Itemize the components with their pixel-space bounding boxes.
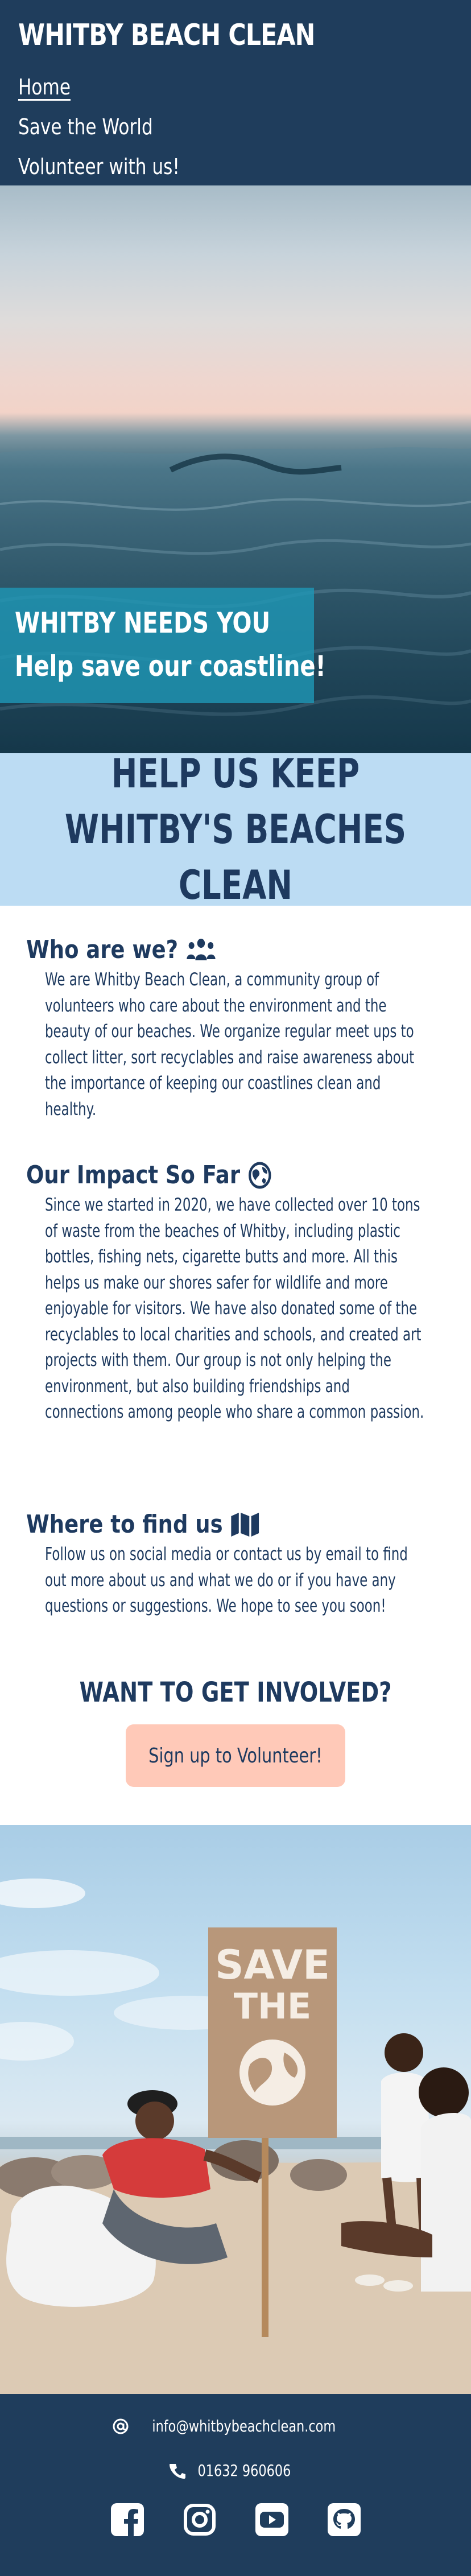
volunteer-signup-button[interactable]: Sign up to Volunteer! (126, 1724, 345, 1787)
volunteer-signup-button-label: Sign up to Volunteer! (148, 1744, 323, 1768)
section-body: Follow us on social media or contact us … (45, 1544, 408, 1616)
nav-link-volunteer[interactable]: Volunteer with us! (18, 154, 180, 179)
section-heading: Where to find us (26, 1508, 399, 1542)
section-who-are-we: Who are we? We are Whitby Beach Clean, a… (26, 933, 470, 1122)
site-footer: info@whitbybeachclean.com 01632 960606 (0, 2394, 471, 2576)
section-our-impact: Our Impact So Far Since we started in 20… (26, 1158, 470, 1426)
github-icon[interactable] (327, 2503, 361, 2536)
main-nav: Home Save the World Volunteer with us! (18, 67, 453, 187)
nav-item-home: Home (18, 67, 374, 107)
section-heading-text: Where to find us (26, 1510, 223, 1539)
nav-link-save-the-world[interactable]: Save the World (18, 114, 153, 139)
nav-item-save-the-world: Save the World (18, 107, 374, 147)
section-where-to-find-us: Where to find us Follow us on social med… (26, 1508, 470, 1620)
nav-item-volunteer: Volunteer with us! (18, 147, 374, 187)
page-headline: HELP US KEEP WHITBY'S BEACHES CLEAN (64, 750, 407, 909)
volunteers-beach-photo: SAVE THE (0, 1825, 471, 2394)
hero-banner: WHITBY NEEDS YOU Help save our coastline… (0, 588, 326, 703)
email-link[interactable]: info@whitbybeachclean.com (152, 2417, 336, 2435)
sign-text-the: THE (234, 1985, 312, 2027)
cta-heading-text: WANT TO GET INVOLVED? (79, 1677, 392, 1708)
instagram-icon[interactable] (183, 2503, 216, 2536)
site-header: WHITBY BEACH CLEAN Home Save the World V… (0, 0, 471, 185)
beach-scene-graphic: SAVE THE (0, 1879, 471, 2394)
phone-link[interactable]: 01632 960606 (197, 2461, 291, 2480)
headline-band: HELP US KEEP WHITBY'S BEACHES CLEAN (0, 750, 471, 909)
section-body: Since we started in 2020, we have collec… (45, 1195, 424, 1422)
hero-ocean-image: WHITBY NEEDS YOU Help save our coastline… (0, 185, 471, 753)
section-heading-text: Who are we? (26, 935, 179, 964)
people-group-icon (186, 938, 217, 963)
social-links (0, 2503, 471, 2536)
map-icon (230, 1512, 260, 1538)
sign-text-save: SAVE (215, 1942, 330, 1988)
nav-link-home[interactable]: Home (18, 75, 71, 100)
footer-email: info@whitbybeachclean.com (0, 2417, 471, 2435)
hero-subtitle: Help save our coastline! (15, 650, 326, 683)
phone-icon (169, 2462, 186, 2479)
youtube-icon[interactable] (255, 2503, 288, 2536)
facebook-icon[interactable] (110, 2503, 144, 2536)
cta-heading: WANT TO GET INVOLVED? (0, 1673, 471, 1712)
footer-phone: 01632 960606 (0, 2461, 471, 2480)
section-heading: Our Impact So Far (26, 1158, 399, 1192)
hero-title: WHITBY NEEDS YOU (15, 606, 271, 639)
section-heading: Who are we? (26, 933, 399, 967)
section-heading-text: Our Impact So Far (26, 1161, 241, 1190)
at-sign-icon (112, 2418, 129, 2435)
earth-icon (248, 1161, 272, 1190)
site-title: WHITBY BEACH CLEAN (18, 18, 315, 52)
section-body: We are Whitby Beach Clean, a community g… (45, 969, 415, 1120)
